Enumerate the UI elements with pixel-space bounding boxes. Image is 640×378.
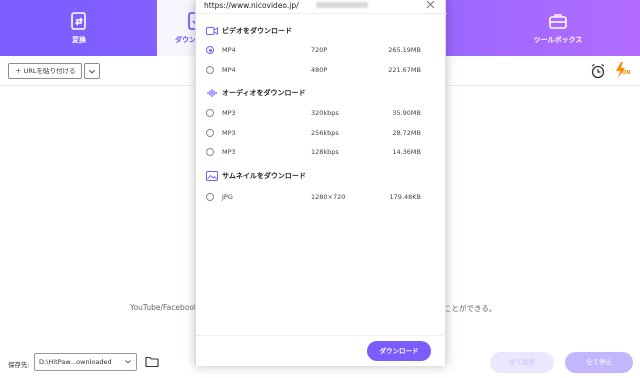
video-section-title: ビデオをダウンロード xyxy=(206,26,292,36)
option-row[interactable]: JPG 1280×720 179.48KB xyxy=(206,190,436,204)
delete-all-button[interactable]: 全て削除 xyxy=(490,352,554,373)
size-label: 179.48KB xyxy=(389,193,421,201)
size-label: 35.90MB xyxy=(392,109,421,117)
radio-button[interactable] xyxy=(206,148,214,156)
radio-button[interactable] xyxy=(206,66,214,74)
option-row[interactable]: MP3 320kbps 35.90MB xyxy=(206,106,436,120)
format-label: MP3 xyxy=(222,148,236,156)
open-folder-icon[interactable] xyxy=(145,355,159,368)
close-icon[interactable] xyxy=(425,0,435,10)
format-label: MP4 xyxy=(222,46,236,54)
save-location-label: 保存先: xyxy=(8,361,30,369)
option-row[interactable]: MP4 720P 265.19MB xyxy=(206,43,436,57)
section-label: オーディオをダウンロード xyxy=(222,89,306,97)
quality-label: 320kbps xyxy=(311,109,339,117)
url-redacted xyxy=(316,2,368,8)
radio-button[interactable] xyxy=(206,109,214,117)
toolbox-icon xyxy=(549,14,567,29)
download-options-dialog: https://www.nicovideo.jp/ ビデオをダウンロード MP4… xyxy=(195,0,447,366)
speed-badge: ON xyxy=(622,70,631,76)
divider xyxy=(196,335,447,336)
tab-label: 変換 xyxy=(72,36,86,44)
audio-wave-icon xyxy=(207,89,217,97)
tab-label: ツールボックス xyxy=(533,36,583,44)
quality-label: 128kbps xyxy=(311,148,339,156)
thumbnail-section-title: サムネイルをダウンロード xyxy=(206,171,306,181)
download-button[interactable]: ダウンロード xyxy=(367,341,431,361)
quality-label: 256kbps xyxy=(311,129,339,137)
paste-options-dropdown[interactable] xyxy=(84,63,100,79)
size-label: 265.19MB xyxy=(388,46,421,54)
size-label: 14.36MB xyxy=(392,148,421,156)
tab-convert[interactable]: 変換 xyxy=(40,0,118,56)
format-label: JPG xyxy=(222,193,233,201)
section-label: サムネイルをダウンロード xyxy=(222,172,306,180)
size-label: 221.67MB xyxy=(388,66,421,74)
image-icon xyxy=(206,171,218,181)
save-path: D:\HitPaw...ownloaded xyxy=(39,358,112,366)
save-location-select[interactable]: D:\HitPaw...ownloaded xyxy=(34,353,137,371)
divider xyxy=(196,13,447,14)
empty-hint-left: YouTube/Facebook xyxy=(130,303,199,312)
format-label: MP3 xyxy=(222,129,236,137)
tab-toolbox[interactable]: ツールボックス xyxy=(519,0,597,56)
audio-section-title: オーディオをダウンロード xyxy=(206,88,306,98)
chevron-down-icon xyxy=(88,69,96,74)
speed-boost-toggle[interactable]: ON xyxy=(613,61,633,79)
section-label: ビデオをダウンロード xyxy=(222,27,292,35)
video-url: https://www.nicovideo.jp/ xyxy=(204,1,299,10)
option-row[interactable]: MP3 256kbps 28.72MB xyxy=(206,126,436,140)
size-label: 28.72MB xyxy=(392,129,421,137)
alarm-clock-icon[interactable] xyxy=(590,63,606,79)
quality-label: 1280×720 xyxy=(311,193,346,201)
quality-label: 720P xyxy=(311,46,328,54)
video-camera-icon xyxy=(206,27,218,35)
format-label: MP3 xyxy=(222,109,236,117)
radio-button[interactable] xyxy=(206,129,214,137)
chevron-down-icon xyxy=(125,360,131,364)
radio-button[interactable] xyxy=(206,46,214,54)
quality-label: 480P xyxy=(311,66,328,74)
option-row[interactable]: MP3 128kbps 14.36MB xyxy=(206,145,436,159)
paste-url-button[interactable]: ＋ URLを貼り付ける xyxy=(8,63,82,79)
option-row[interactable]: MP4 480P 221.67MB xyxy=(206,63,436,77)
stop-all-button[interactable]: 全て停止 xyxy=(565,352,633,373)
format-label: MP4 xyxy=(222,66,236,74)
radio-button[interactable] xyxy=(206,193,214,201)
convert-icon xyxy=(71,12,86,30)
